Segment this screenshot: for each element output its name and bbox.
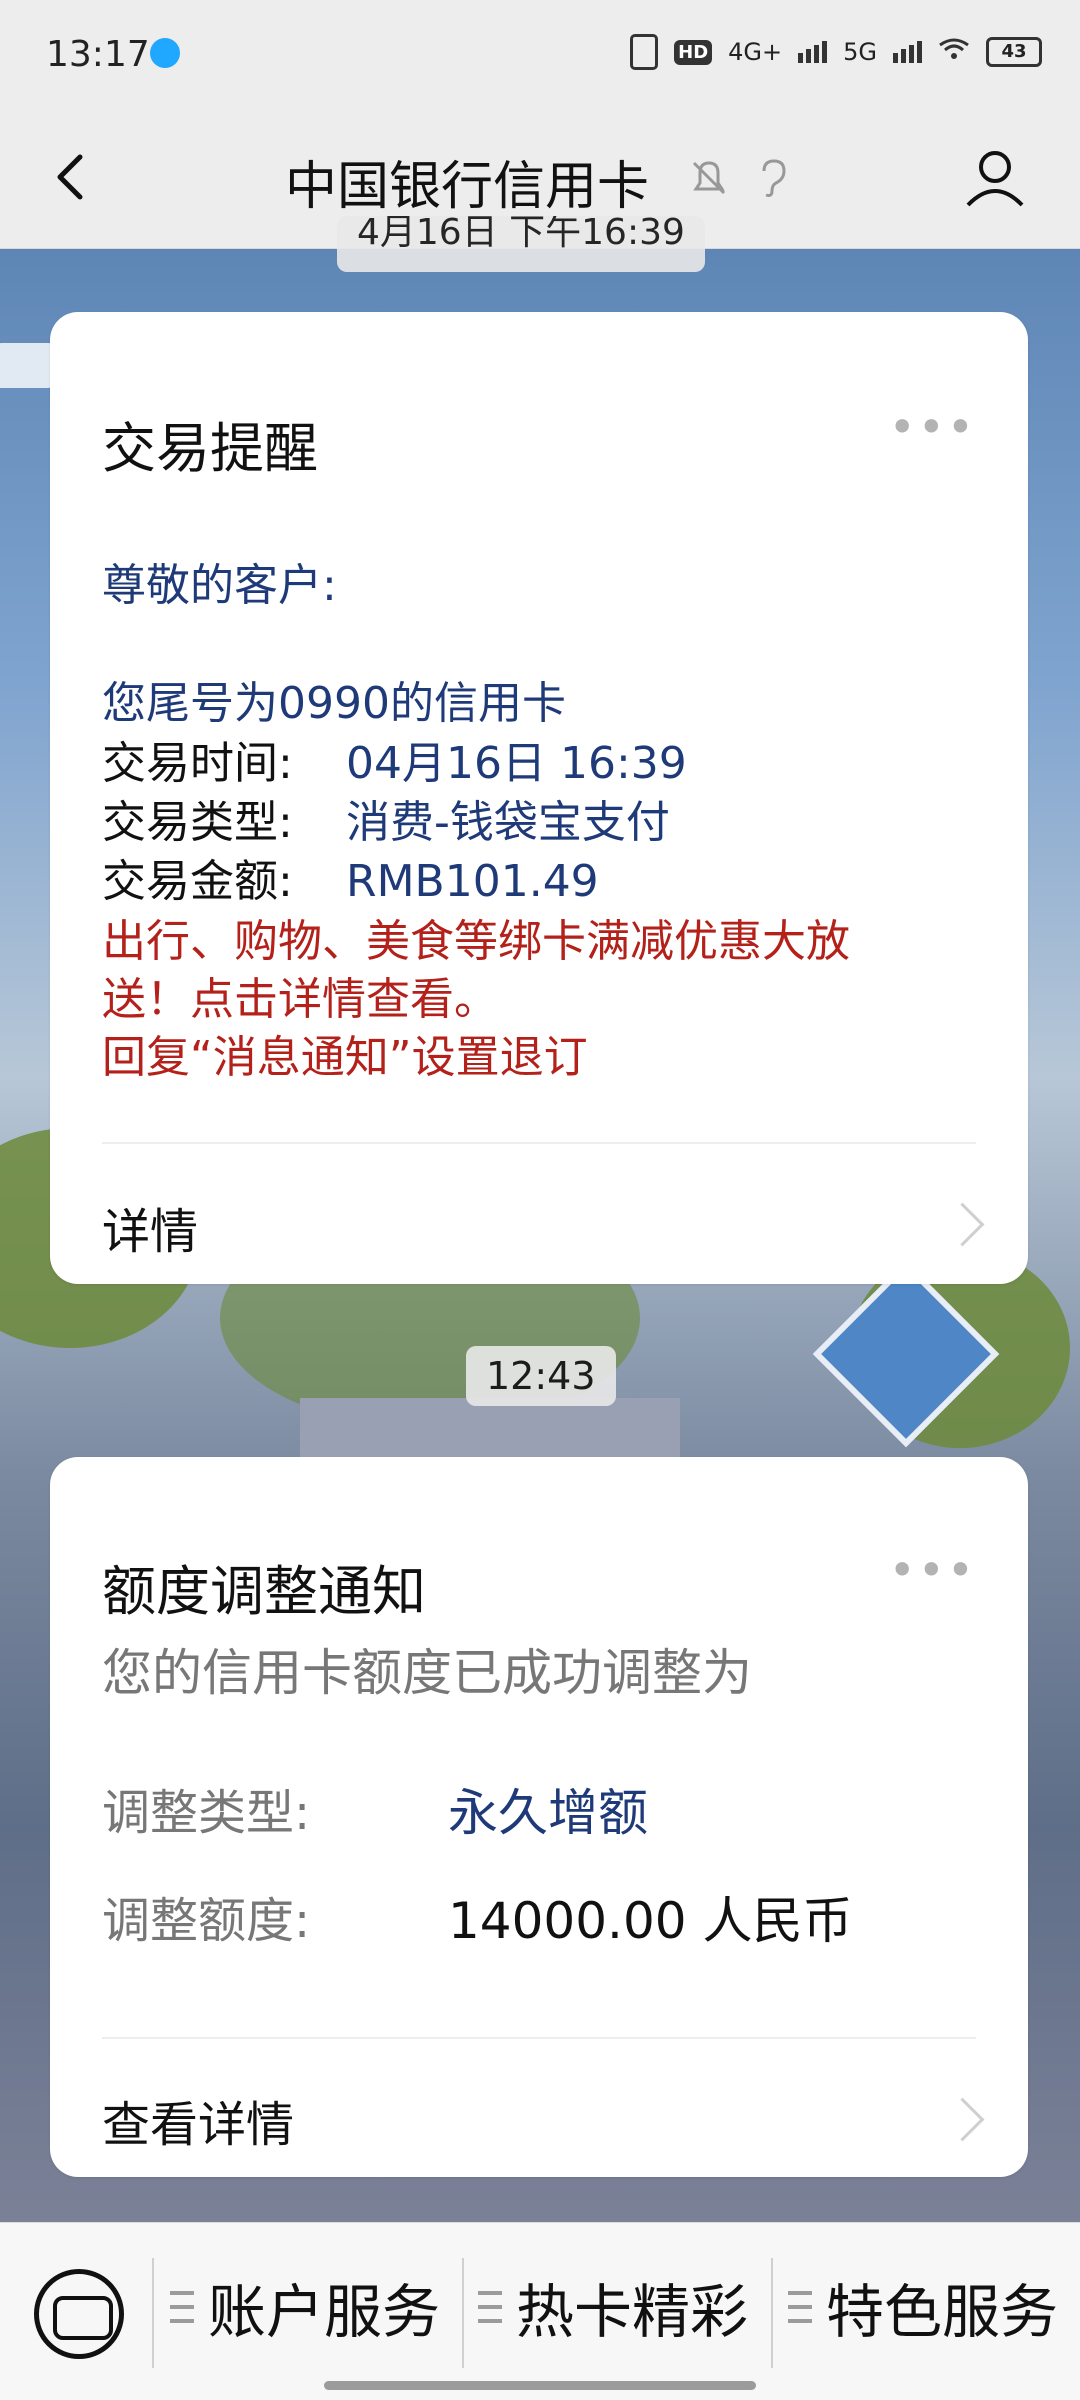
- status-icons: HD 4G+ 5G 43: [630, 34, 1042, 70]
- chevron-right-icon: [940, 1202, 985, 1247]
- adjust-amount-label: 调整额度:: [102, 1893, 311, 1949]
- menu-lines-icon: [788, 2291, 812, 2323]
- card-number-line: 您尾号为0990的信用卡: [102, 678, 566, 729]
- battery-icon: 43: [986, 37, 1042, 67]
- menu-separator: [462, 2258, 464, 2368]
- bottom-menu-bar: 账户服务 热卡精彩 特色服务: [0, 2222, 1080, 2400]
- timestamp-chip: 12:43: [466, 1346, 616, 1406]
- menu-account-service[interactable]: 账户服务: [170, 2265, 440, 2349]
- card-title: 交易提醒: [102, 417, 318, 480]
- promo-line-1: 出行、购物、美食等绑卡满减优惠大放: [102, 916, 850, 967]
- more-icon[interactable]: •••: [889, 400, 976, 454]
- menu-label: 特色服务: [826, 2278, 1059, 2346]
- adjust-amount-value: 14000.00 人民币: [448, 1892, 853, 1950]
- mute-bell-icon: [686, 155, 732, 201]
- limit-subtitle: 您的信用卡额度已成功调整为: [102, 1644, 752, 1702]
- keyboard-keys-icon: [53, 2296, 113, 2340]
- trade-time-label: 交易时间:: [102, 738, 293, 789]
- qq-notification-icon: [150, 38, 180, 68]
- timestamp-chip-top: 4月16日 下午16:39: [337, 216, 705, 272]
- signal-icon-1: [798, 41, 828, 63]
- trade-amount-label: 交易金额:: [102, 856, 293, 907]
- hd-icon: HD: [674, 39, 713, 65]
- network-4g-label: 4G+: [728, 38, 783, 66]
- promo-line-2: 送！点击详情查看。: [102, 974, 498, 1025]
- page-title: 中国银行信用卡: [285, 157, 650, 217]
- user-profile-icon[interactable]: [960, 143, 1030, 213]
- status-time: 13:17: [46, 34, 150, 75]
- status-bar: 13:17 HD 4G+ 5G 43: [0, 0, 1080, 115]
- vibrate-icon: [630, 34, 659, 70]
- keyboard-toggle-icon[interactable]: [34, 2269, 124, 2359]
- credit-limit-card[interactable]: 额度调整通知 ••• 您的信用卡额度已成功调整为 调整类型: 永久增额 调整额度…: [50, 1457, 1028, 2177]
- trade-amount-value: RMB101.49: [346, 856, 599, 907]
- trade-time-value: 04月16日 16:39: [346, 738, 687, 789]
- chevron-right-icon: [940, 2097, 985, 2142]
- network-5g-label: 5G: [843, 38, 877, 66]
- adjust-type-label: 调整类型:: [102, 1785, 311, 1841]
- greeting-text: 尊敬的客户:: [102, 560, 337, 611]
- home-indicator[interactable]: [324, 2381, 756, 2390]
- back-icon[interactable]: [42, 147, 102, 207]
- menu-separator: [771, 2258, 773, 2368]
- wifi-icon: [938, 37, 970, 67]
- unsubscribe-line: 回复“消息通知”设置退订: [102, 1032, 588, 1083]
- adjust-type-value: 永久增额: [448, 1784, 648, 1842]
- view-details-link[interactable]: 查看详情: [102, 2085, 294, 2155]
- transaction-reminder-card[interactable]: 交易提醒 ••• 尊敬的客户: 您尾号为0990的信用卡 交易时间: 04月16…: [50, 312, 1028, 1284]
- menu-lines-icon: [478, 2291, 502, 2323]
- trade-type-label: 交易类型:: [102, 797, 293, 848]
- menu-lines-icon: [170, 2291, 194, 2323]
- signal-icon-2: [893, 41, 922, 63]
- menu-separator: [152, 2258, 154, 2368]
- card-title: 额度调整通知: [102, 1560, 426, 1623]
- more-icon[interactable]: •••: [889, 1543, 976, 1597]
- trade-type-value: 消费-钱袋宝支付: [346, 797, 670, 848]
- divider: [102, 1142, 976, 1144]
- menu-special-service[interactable]: 特色服务: [788, 2265, 1058, 2349]
- ear-icon: [750, 155, 796, 201]
- divider: [102, 2037, 976, 2039]
- menu-hot-cards[interactable]: 热卡精彩: [478, 2265, 748, 2349]
- details-link[interactable]: 详情: [102, 1192, 198, 1262]
- menu-label: 热卡精彩: [516, 2278, 749, 2346]
- menu-label: 账户服务: [208, 2278, 441, 2346]
